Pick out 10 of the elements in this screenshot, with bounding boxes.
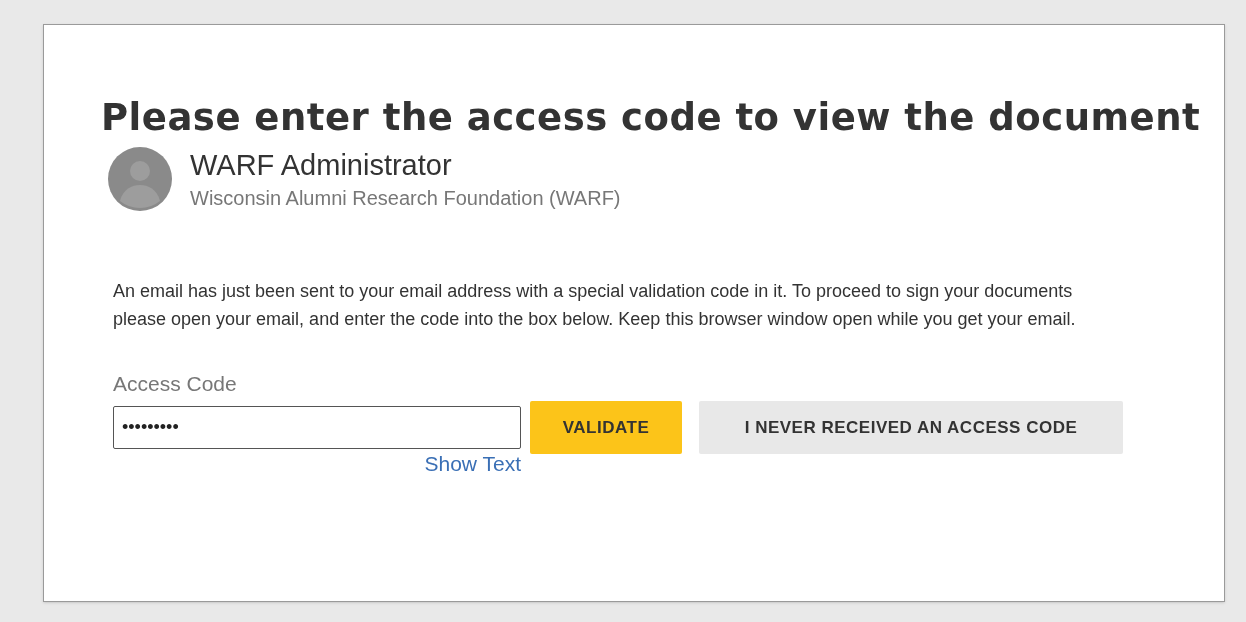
sender-organization: Wisconsin Alumni Research Foundation (WARF) xyxy=(190,186,621,211)
access-code-field[interactable]: ••••••••• xyxy=(113,406,521,449)
no-code-button[interactable]: I NEVER RECEIVED AN ACCESS CODE xyxy=(699,401,1123,454)
avatar-icon xyxy=(108,147,172,211)
show-text-link[interactable]: Show Text xyxy=(424,451,521,477)
page-title: Please enter the access code to view the document xyxy=(101,95,1201,141)
sender-name: WARF Administrator xyxy=(190,148,452,183)
validate-button[interactable]: VALIDATE xyxy=(530,401,682,454)
field-label: Access Code xyxy=(113,371,237,397)
instructions-text: An email has just been sent to your email address with a special validation code in it. To proceed to sign your documents please open your email, and enter the code into the box below. Keep this browser window open while you get your email. xyxy=(113,280,1077,331)
